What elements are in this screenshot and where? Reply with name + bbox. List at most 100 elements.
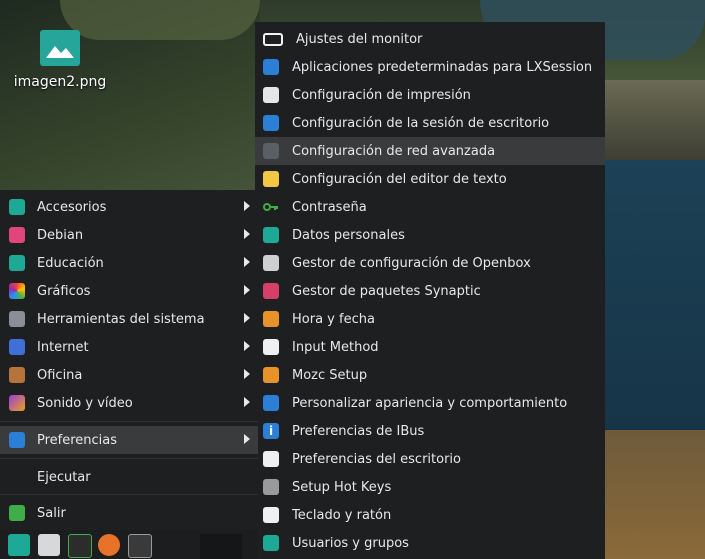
menu-item-label: Ejecutar <box>37 469 91 485</box>
menu-item-label: Sonido y vídeo <box>37 395 133 411</box>
firefox-icon[interactable] <box>98 534 120 556</box>
menu-item-teclado-raton[interactable]: Teclado y ratón <box>255 501 605 529</box>
menu-item-accesorios[interactable]: Accesorios <box>0 193 258 221</box>
file-manager-icon[interactable] <box>38 534 60 556</box>
multimedia-icon <box>9 395 25 411</box>
menu-item-debian[interactable]: Debian <box>0 221 258 249</box>
menu-item-educacion[interactable]: Educación <box>0 249 258 277</box>
keyboard-icon <box>263 339 279 355</box>
submenu-arrow-icon <box>244 397 250 407</box>
menu-item-datos-personales[interactable]: Datos personales <box>255 221 605 249</box>
wallpaper-sea <box>600 160 705 440</box>
menu-item-label: Preferencias de IBus <box>292 423 425 439</box>
menu-item-configuracion-impresion[interactable]: Configuración de impresión <box>255 81 605 109</box>
menu-item-preferencias[interactable]: Preferencias <box>0 426 258 454</box>
menu-item-label: Salir <box>37 505 66 521</box>
menu-item-label: Herramientas del sistema <box>37 311 205 327</box>
menu-item-label: Configuración de la sesión de escritorio <box>292 115 550 131</box>
menu-item-label: Accesorios <box>37 199 107 215</box>
keyboard-mouse-icon <box>263 507 279 523</box>
desktop-prefs-icon <box>263 451 279 467</box>
menu-item-label: Debian <box>37 227 84 243</box>
menu-item-label: Setup Hot Keys <box>292 479 392 495</box>
menu-item-sonido-video[interactable]: Sonido y vídeo <box>0 389 258 417</box>
menu-item-ibus[interactable]: i Preferencias de IBus <box>255 417 605 445</box>
menu-item-label: Aplicaciones predeterminadas para LXSess… <box>292 59 593 75</box>
network-icon <box>263 143 279 159</box>
synaptic-icon <box>263 283 279 299</box>
office-icon <box>9 367 25 383</box>
menu-item-herramientas[interactable]: Herramientas del sistema <box>0 305 258 333</box>
preferences-submenu: Ajustes del monitor Aplicaciones predete… <box>255 22 605 559</box>
menu-item-graficos[interactable]: Gráficos <box>0 277 258 305</box>
wallpaper-rock <box>600 430 705 559</box>
menu-item-mozc-setup[interactable]: Mozc Setup <box>255 361 605 389</box>
task-manager-icon[interactable] <box>68 534 92 558</box>
menu-item-label: Input Method <box>292 339 379 355</box>
menu-item-ajustes-monitor[interactable]: Ajustes del monitor <box>255 25 605 53</box>
menu-item-preferencias-escritorio[interactable]: Preferencias del escritorio <box>255 445 605 473</box>
submenu-arrow-icon <box>244 313 250 323</box>
menu-item-label: Gestor de paquetes Synaptic <box>292 283 481 299</box>
menu-item-label: Usuarios y grupos <box>292 535 409 551</box>
key-icon <box>263 199 279 215</box>
logout-icon <box>9 505 25 521</box>
menu-item-label: Teclado y ratón <box>292 507 392 523</box>
lxsession-icon <box>263 59 279 75</box>
image-file-icon <box>40 30 80 66</box>
menu-item-label: Gestor de configuración de Openbox <box>292 255 531 271</box>
menu-item-sesion-escritorio[interactable]: Configuración de la sesión de escritorio <box>255 109 605 137</box>
menu-item-apariencia[interactable]: Personalizar apariencia y comportamiento <box>255 389 605 417</box>
menu-item-label: Preferencias <box>37 432 118 448</box>
menu-item-usuarios-grupos[interactable]: Usuarios y grupos <box>255 529 605 557</box>
openbox-icon <box>263 255 279 271</box>
internet-icon <box>9 339 25 355</box>
start-menu-icon[interactable] <box>8 534 30 556</box>
menu-item-label: Educación <box>37 255 104 271</box>
menu-item-hora-fecha[interactable]: Hora y fecha <box>255 305 605 333</box>
menu-item-label: Hora y fecha <box>292 311 375 327</box>
menu-item-hot-keys[interactable]: Setup Hot Keys <box>255 473 605 501</box>
info-icon: i <box>263 423 279 439</box>
monitor-icon <box>263 32 283 46</box>
person-icon <box>263 227 279 243</box>
menu-item-contrasena[interactable]: Contraseña <box>255 193 605 221</box>
menu-separator <box>0 494 258 495</box>
desktop-file-icon[interactable]: imagen2.png <box>8 30 112 90</box>
education-icon <box>9 255 25 271</box>
menu-item-label: Configuración del editor de texto <box>292 171 507 187</box>
accessories-icon <box>9 199 25 215</box>
menu-item-red-avanzada[interactable]: Configuración de red avanzada <box>255 137 605 165</box>
clock-icon <box>263 311 279 327</box>
terminal-icon[interactable] <box>128 534 152 558</box>
submenu-arrow-icon <box>244 257 250 267</box>
preferences-icon <box>9 432 25 448</box>
menu-item-ejecutar[interactable]: Ejecutar <box>0 463 258 491</box>
users-icon <box>263 535 279 551</box>
text-editor-icon <box>263 171 279 187</box>
submenu-arrow-icon <box>244 434 250 444</box>
menu-item-aplicaciones-predeterminadas[interactable]: Aplicaciones predeterminadas para LXSess… <box>255 53 605 81</box>
menu-item-label: Configuración de impresión <box>292 87 471 103</box>
menu-separator <box>0 458 258 459</box>
menu-item-editor-texto[interactable]: Configuración del editor de texto <box>255 165 605 193</box>
menu-item-salir[interactable]: Salir <box>0 499 258 527</box>
main-menu: Accesorios Debian Educación Gráficos Her… <box>0 190 258 530</box>
mozc-icon <box>263 367 279 383</box>
menu-item-label: Datos personales <box>292 227 405 243</box>
submenu-arrow-icon <box>244 369 250 379</box>
submenu-arrow-icon <box>244 229 250 239</box>
menu-item-label: Configuración de red avanzada <box>292 143 496 159</box>
menu-item-label: Contraseña <box>292 199 367 215</box>
menu-item-openbox[interactable]: Gestor de configuración de Openbox <box>255 249 605 277</box>
menu-item-synaptic[interactable]: Gestor de paquetes Synaptic <box>255 277 605 305</box>
menu-item-label: Mozc Setup <box>292 367 368 383</box>
debian-icon <box>9 227 25 243</box>
menu-item-input-method[interactable]: Input Method <box>255 333 605 361</box>
menu-item-oficina[interactable]: Oficina <box>0 361 258 389</box>
menu-item-internet[interactable]: Internet <box>0 333 258 361</box>
system-tools-icon <box>9 311 25 327</box>
submenu-arrow-icon <box>244 285 250 295</box>
taskbar-spacer <box>200 534 242 559</box>
run-icon <box>9 469 25 485</box>
